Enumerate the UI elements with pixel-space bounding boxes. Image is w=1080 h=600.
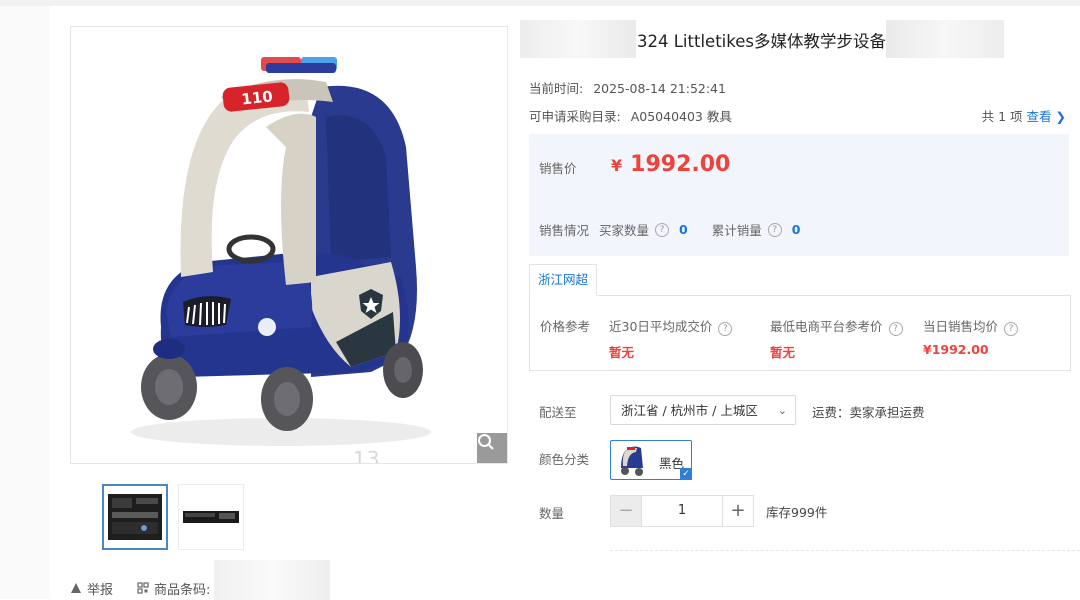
divider [610,550,1080,551]
catalog-row: 可申请采购目录: A05040403 教具 [529,106,732,125]
main-product-image[interactable]: 110 13 [70,26,508,464]
barcode-label: 商品条码: [154,582,211,598]
reference-label: 近30日平均成交价 [609,319,713,334]
sales-row: 销售情况 买家数量 ? 0 累计销量 ? 0 [539,220,824,239]
top-bar [0,0,1080,6]
chevron-right-icon: ❯ [1055,109,1066,124]
freight-info: 运费：卖家承担运费 [812,405,925,420]
current-time-value: 2025-08-14 21:52:41 [593,81,726,96]
help-icon[interactable]: ? [1004,322,1019,336]
search-icon [478,434,494,450]
catalog-value: A05040403 教具 [630,109,732,124]
price-value: ¥1992.00 [611,152,730,177]
device-side-thumbnail [183,511,239,523]
price-amount: 1992.00 [630,152,731,177]
sales-label: 销售情况 [539,223,590,238]
current-time-label: 当前时间: [529,81,584,96]
quantity-stepper: − 1 + [610,495,754,527]
color-option-thumbnail [621,446,643,476]
check-icon: ✓ [680,468,692,480]
stock-info: 库存999件 [766,505,828,520]
shipping-label: 配送至 [539,405,577,420]
currency-symbol: ¥ [611,156,623,175]
reference-daily-avg: 当日销售均价? ¥1992.00 [923,316,1024,357]
color-label: 颜色分类 [539,452,590,467]
quantity-input[interactable]: 1 [641,496,723,526]
price-label: 销售价 [539,161,577,176]
price-panel: 销售价 ¥1992.00 销售情况 买家数量 ? 0 累计销量 ? 0 [529,134,1069,256]
catalog-view-link[interactable]: 查看 ❯ [1027,109,1066,124]
help-icon[interactable]: ? [655,222,670,237]
total-sales-value: 0 [791,222,801,237]
warning-icon [71,583,81,593]
catalog-summary: 共 1 项 查看 ❯ [982,106,1066,125]
svg-text:110: 110 [241,87,274,108]
product-title: 324 Littletikes多媒体教学步设备 [637,32,886,51]
quantity-increase-button[interactable]: + [723,496,753,526]
barcode-icon [137,582,149,594]
price-reference-label: 价格参考 [540,319,591,334]
shipping-region-value: 浙江省 / 杭州市 / 上城区 [621,403,758,418]
reference-value: 暂无 [609,345,635,360]
price-reference-panel: 价格参考 近30日平均成交价? 暂无 最低电商平台参考价? 暂无 当日销售均价?… [529,295,1071,371]
quantity-decrease-button[interactable]: − [611,496,641,526]
quantity-label: 数量 [539,506,565,521]
reference-label: 最低电商平台参考价 [770,319,883,334]
reference-label: 当日销售均价 [923,319,999,334]
reference-lowest-ecommerce: 最低电商平台参考价? 暂无 [770,316,909,361]
shipping-region-select[interactable]: 浙江省 / 杭州市 / 上城区 ⌄ [610,395,796,425]
image-watermark: 13 [353,447,381,464]
thumbnail-1[interactable] [102,484,168,550]
catalog-count: 共 1 项 [981,109,1023,124]
buyers-value: 0 [679,222,688,237]
police-ride-on-car-image: 110 [131,57,431,446]
help-icon[interactable]: ? [888,322,903,336]
color-option-black[interactable]: 黑色 ✓ [610,440,692,480]
reference-30day-avg: 近30日平均成交价? 暂无 [609,316,738,361]
thumbnail-2[interactable] [178,484,244,550]
total-sales-label: 累计销量 [711,223,762,238]
left-margin [0,6,50,599]
help-icon[interactable]: ? [718,322,733,336]
barcode-item: 商品条码: [137,560,331,600]
title-redacted-right [886,20,1004,58]
current-time-row: 当前时间: 2025-08-14 21:52:41 [529,78,726,97]
help-icon[interactable]: ? [767,222,782,237]
tab-zhejiang-mall[interactable]: 浙江网超 [529,264,597,296]
chevron-down-icon: ⌄ [777,404,787,417]
catalog-label: 可申请采购目录: [529,109,621,124]
report-link[interactable]: 举报 [70,579,113,598]
catalog-view-label: 查看 [1026,109,1052,124]
reference-value: ¥1992.00 [923,342,989,357]
barcode-value-redacted [214,560,331,600]
zoom-button[interactable] [477,433,507,463]
report-label: 举报 [87,582,114,598]
device-front-thumbnail [108,494,162,540]
footer-links: 举报 商品条码: [70,560,331,600]
buyers-label: 买家数量 [599,223,650,238]
title-redacted-left [520,20,636,58]
reference-value: 暂无 [770,345,796,360]
